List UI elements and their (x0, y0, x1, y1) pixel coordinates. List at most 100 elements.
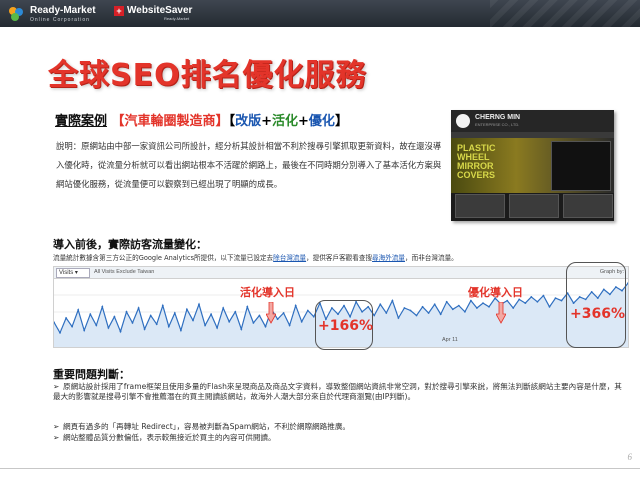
highlight-ring (566, 262, 626, 348)
visits-point (216, 327, 219, 329)
visits-point (143, 328, 146, 330)
visits-point (161, 304, 164, 307)
visits-point (252, 322, 255, 324)
issue-item-1: ➢ 原網站設計採用了frame框架且使用多量的Flash來呈現商品及商品文字資料，… (53, 382, 623, 402)
visits-point (415, 314, 418, 317)
visits-point (240, 328, 243, 330)
visits-point (228, 320, 231, 323)
visits-point (476, 307, 478, 309)
visits-point (119, 330, 122, 333)
visits-point (294, 304, 297, 307)
visits-point (125, 310, 128, 313)
visits-point (89, 313, 92, 316)
traffic-sub-link1: 除台灣流量 (273, 254, 307, 262)
shot-thumbnails (455, 194, 613, 218)
header-bar: Ready-Market Online Corporation + Websit… (0, 0, 640, 27)
visits-point (101, 305, 104, 308)
page-number: 6 (627, 452, 633, 462)
visits-point (131, 322, 134, 324)
visits-point (173, 312, 176, 314)
visits-point (186, 308, 188, 311)
client-website-screenshot: CHERNG MIN ENTERPRISE CO., LTD. PLASTIC … (451, 110, 614, 221)
visits-point (246, 305, 249, 308)
visits-point (137, 307, 140, 309)
swiss-cross-icon: + (114, 5, 124, 16)
visits-point (445, 300, 448, 303)
logo2-name: WebsiteSaver (127, 5, 193, 16)
arrow-bullet-icon: ➢ (53, 382, 60, 391)
ready-market-logo-icon (9, 7, 23, 21)
visits-point (149, 314, 152, 317)
issue-text: 原網站設計採用了frame框架且使用多量的Flash來呈現商品及商品文字資料，導… (53, 382, 622, 401)
visits-point (421, 305, 424, 308)
visits-point (282, 312, 285, 314)
issue-text: 網頁有過多的「再轉址 Redirect」，容易被判斷為Spam網站，不利於網際網… (63, 422, 351, 431)
visits-point (306, 309, 309, 312)
visits-point (234, 310, 237, 313)
visits-point (113, 315, 116, 318)
websitesaver-logo[interactable]: + WebsiteSaver Ready-Market (114, 5, 193, 21)
down-arrow-icon (496, 302, 506, 324)
visits-point (379, 303, 382, 306)
visits-point (373, 314, 376, 317)
x-tick-label: Apr 11 (442, 337, 458, 343)
shot-thumb (455, 194, 505, 218)
visits-point (403, 307, 406, 309)
visits-point (77, 309, 80, 311)
case-item-activate: 活化 (272, 114, 299, 129)
visits-point (264, 325, 267, 328)
traffic-sub-mid: ，提供客戶客觀看查搜 (306, 254, 373, 262)
visits-point (451, 308, 454, 311)
visits-point (409, 309, 412, 312)
visits-point (192, 319, 194, 322)
visits-point (95, 324, 98, 327)
visits-point (258, 314, 261, 317)
visits-point (536, 300, 539, 303)
footer-line (0, 468, 640, 469)
visits-point (167, 325, 170, 328)
visits-point (397, 317, 400, 319)
visits-point (530, 296, 533, 298)
header-pattern (490, 0, 640, 27)
traffic-subtitle: 流量統計數據含第三方公正的Google Analytics所提供，以下流量已設定… (53, 252, 458, 262)
case-item-revamp: 改版 (235, 114, 262, 129)
ready-market-logo[interactable]: Ready-Market Online Corporation (6, 3, 96, 25)
down-arrow-icon (266, 302, 276, 324)
visits-point (433, 303, 436, 306)
visits-point (222, 307, 225, 309)
visits-point (180, 329, 182, 332)
traffic-sub-link2: 尋海外流量 (372, 254, 406, 262)
plus-1: + (261, 114, 272, 129)
visits-point (560, 299, 563, 302)
visits-point (276, 318, 279, 321)
case-heading: 實際案例 【汽車輪圈製造商】【改版+活化+優化】 (55, 110, 348, 129)
visits-point (107, 327, 110, 329)
visits-point (65, 317, 67, 319)
visits-point (457, 304, 460, 307)
visits-point (427, 312, 430, 314)
optimization-date-label: 優化導入日 (468, 286, 523, 299)
visits-point (300, 320, 303, 323)
visits-point (488, 305, 490, 308)
metric-dropdown[interactable]: Visits ▾ (56, 268, 90, 278)
visits-point (439, 313, 442, 316)
visits-point (288, 324, 291, 327)
logo2-sub: Ready-Market (164, 16, 190, 21)
visits-point (210, 313, 213, 316)
shot-thumb (509, 194, 559, 218)
growth-pct-2: +366% (570, 306, 625, 322)
traffic-heading: 導入前後，實際訪客流量變化： (53, 238, 207, 251)
activation-date-label: 活化導入日 (240, 286, 295, 299)
issue-text: 網站整體品質分數偏低，表示較無接近於買主的內容可供閱讀。 (63, 433, 276, 442)
visits-point (542, 294, 545, 297)
visits-point (59, 331, 61, 334)
issues-heading: 重要問題判斷： (53, 368, 130, 381)
shot-hero-text: PLASTIC WHEEL MIRROR COVERS (457, 143, 496, 180)
page-title: 全球SEO排名優化服務 (48, 58, 367, 93)
visits-point (198, 303, 200, 306)
visits-point (391, 299, 394, 302)
bracket-close: 】 (334, 114, 348, 129)
visits-point (554, 297, 557, 299)
visits-point (385, 312, 388, 314)
shot-brand-sub: ENTERPRISE CO., LTD. (475, 122, 520, 127)
